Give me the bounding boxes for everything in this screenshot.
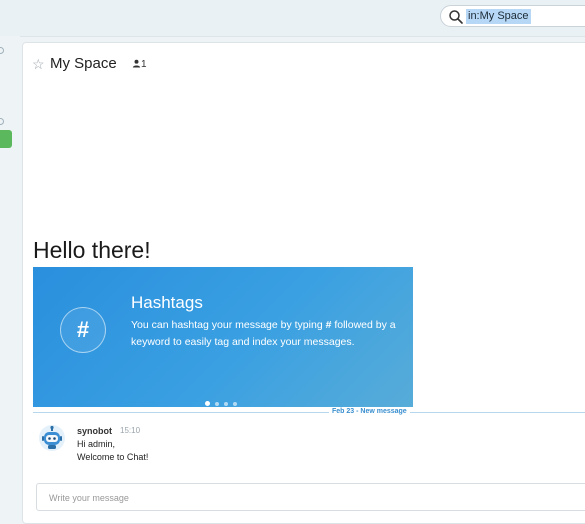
channel-panel: ☆ My Space 1 Hello there! # Hashtags You…: [22, 42, 585, 524]
message-input[interactable]: [47, 489, 551, 507]
member-count[interactable]: 1: [132, 59, 147, 70]
message-text-line: Welcome to Chat!: [77, 452, 149, 462]
carousel-description-text: You can hashtag your message by typing: [131, 319, 326, 331]
message-composer[interactable]: [36, 483, 585, 511]
carousel-page-dot[interactable]: [224, 402, 228, 406]
search-query[interactable]: in:My Space: [466, 9, 531, 24]
rail-dot: [0, 47, 4, 54]
member-count-value: 1: [141, 59, 147, 70]
bot-avatar[interactable]: [39, 425, 65, 451]
carousel-title: Hashtags: [131, 293, 203, 312]
rail-dot: [0, 118, 4, 125]
new-message-divider: [33, 412, 585, 413]
search-icon: [449, 10, 463, 24]
carousel-pagination[interactable]: [205, 393, 242, 406]
carousel-page-dot[interactable]: [215, 402, 219, 406]
star-icon[interactable]: ☆: [32, 56, 45, 73]
carousel-page-dot[interactable]: [233, 402, 237, 406]
left-rail: [0, 36, 20, 517]
divider-label: Feb 23 - New message: [329, 408, 410, 415]
online-indicator[interactable]: [0, 130, 12, 148]
hashtag-icon: #: [60, 307, 106, 353]
message-sender[interactable]: synobot: [77, 426, 112, 436]
carousel-description: You can hashtag your message by typing #…: [131, 317, 401, 351]
message-time: 15:10: [120, 426, 141, 435]
user-icon: [132, 59, 141, 68]
top-bar: in:My Space: [0, 0, 585, 37]
welcome-heading: Hello there!: [33, 237, 151, 263]
message-text-line: Hi admin,: [77, 439, 116, 449]
carousel-page-dot[interactable]: [205, 401, 210, 406]
message-item: synobot 15:10 Hi admin, Welcome to Chat!: [35, 421, 335, 471]
channel-title: My Space: [50, 55, 117, 72]
search-box[interactable]: in:My Space: [440, 5, 585, 27]
tips-carousel[interactable]: # Hashtags You can hashtag your message …: [33, 267, 413, 407]
